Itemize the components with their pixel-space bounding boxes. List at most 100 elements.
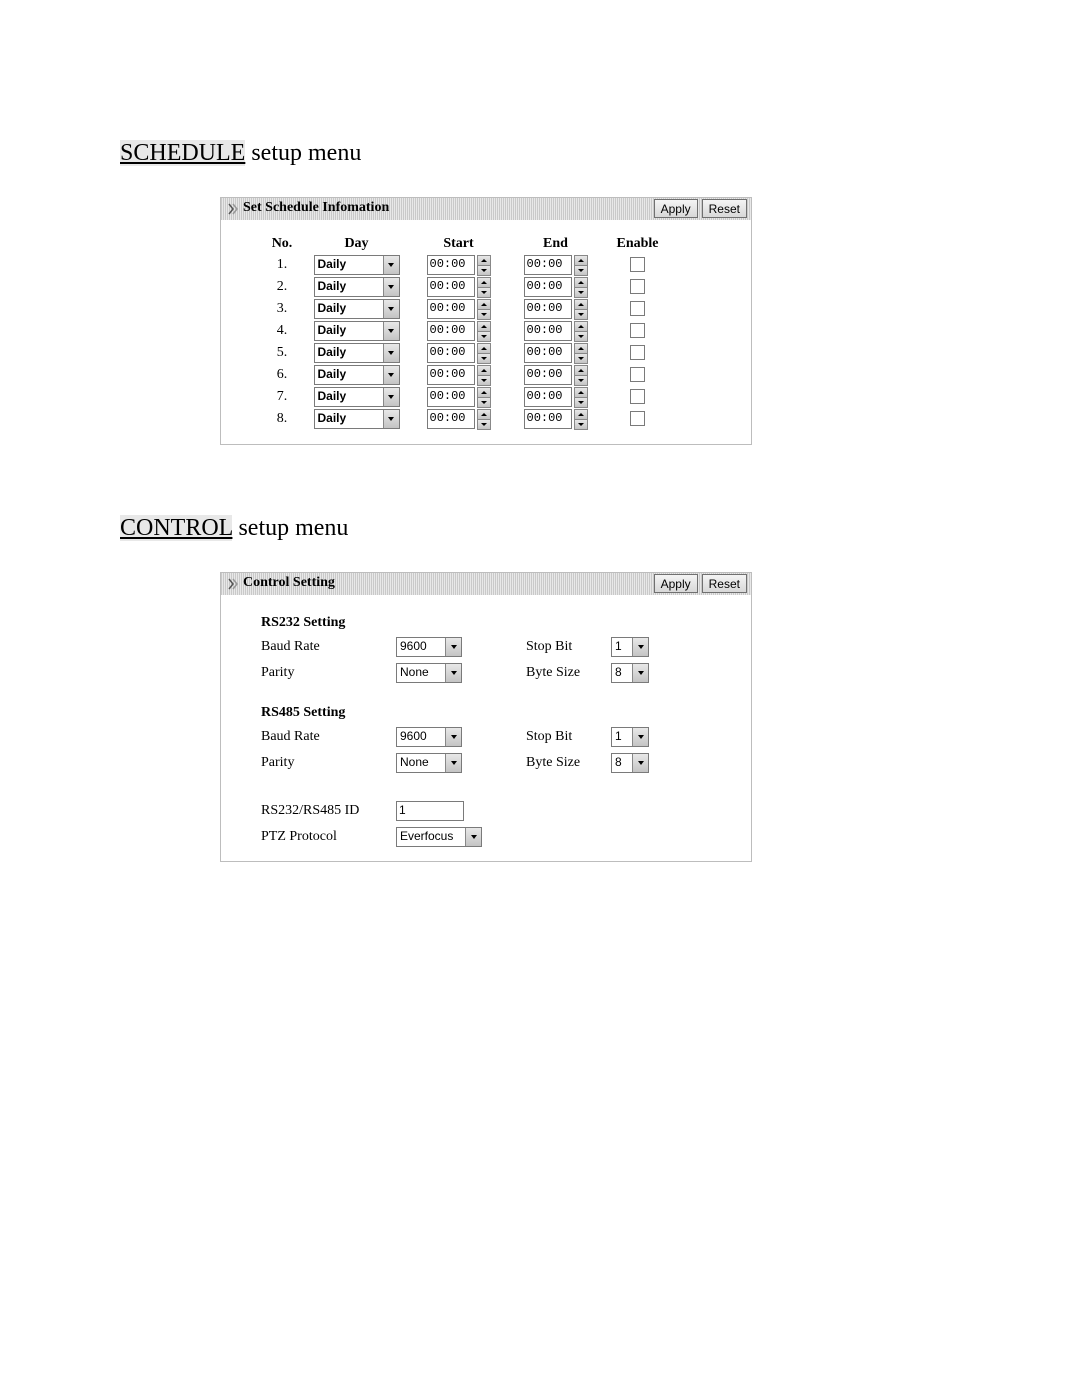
- schedule-heading-keyword: SCHEDULE: [120, 140, 245, 166]
- rs232-bytesize-select[interactable]: 8: [611, 663, 649, 683]
- row-no: 5.: [261, 342, 303, 364]
- spinner-up-icon[interactable]: [574, 387, 588, 398]
- schedule-panel: Set Schedule Infomation Apply Reset No. …: [220, 197, 752, 445]
- control-panel: Control Setting Apply Reset RS232 Settin…: [220, 572, 752, 862]
- start-spinner[interactable]: 00:00: [427, 343, 491, 363]
- spinner-up-icon[interactable]: [477, 277, 491, 288]
- spinner-down-icon[interactable]: [477, 376, 491, 386]
- end-spinner[interactable]: 00:00: [524, 299, 588, 319]
- spinner-up-icon[interactable]: [477, 255, 491, 266]
- enable-checkbox[interactable]: [630, 323, 645, 338]
- spinner-down-icon[interactable]: [477, 266, 491, 276]
- col-no: No.: [261, 234, 303, 254]
- day-select[interactable]: Daily: [314, 409, 400, 429]
- spinner-up-icon[interactable]: [574, 365, 588, 376]
- row-no: 3.: [261, 298, 303, 320]
- end-spinner[interactable]: 00:00: [524, 343, 588, 363]
- start-spinner[interactable]: 00:00: [427, 321, 491, 341]
- enable-checkbox[interactable]: [630, 411, 645, 426]
- col-start: Start: [410, 234, 507, 254]
- table-row: 8. Daily 00:00 00:00: [261, 408, 671, 430]
- rs485-stopbit-select[interactable]: 1: [611, 727, 649, 747]
- day-select[interactable]: Daily: [314, 255, 400, 275]
- spinner-up-icon[interactable]: [574, 343, 588, 354]
- spinner-up-icon[interactable]: [477, 343, 491, 354]
- row-no: 8.: [261, 408, 303, 430]
- rs485-bytesize-select[interactable]: 8: [611, 753, 649, 773]
- rs232-baud-label: Baud Rate: [261, 639, 396, 655]
- rs-id-input[interactable]: 1: [396, 801, 464, 821]
- spinner-down-icon[interactable]: [574, 310, 588, 320]
- rs232-baud-select[interactable]: 9600: [396, 637, 462, 657]
- spinner-up-icon[interactable]: [477, 299, 491, 310]
- spinner-up-icon[interactable]: [574, 321, 588, 332]
- spinner-down-icon[interactable]: [477, 354, 491, 364]
- end-spinner[interactable]: 00:00: [524, 321, 588, 341]
- start-spinner[interactable]: 00:00: [427, 409, 491, 429]
- control-reset-button[interactable]: Reset: [702, 574, 747, 593]
- enable-checkbox[interactable]: [630, 279, 645, 294]
- end-spinner[interactable]: 00:00: [524, 277, 588, 297]
- rs232-stopbit-select[interactable]: 1: [611, 637, 649, 657]
- control-apply-button[interactable]: Apply: [654, 574, 698, 593]
- schedule-apply-button[interactable]: Apply: [654, 199, 698, 218]
- control-heading-keyword: CONTROL: [120, 515, 232, 541]
- col-day: Day: [303, 234, 410, 254]
- spinner-up-icon[interactable]: [477, 321, 491, 332]
- rs485-baud-select[interactable]: 9600: [396, 727, 462, 747]
- spinner-down-icon[interactable]: [574, 354, 588, 364]
- ptz-protocol-label: PTZ Protocol: [261, 829, 396, 845]
- spinner-down-icon[interactable]: [574, 332, 588, 342]
- day-select[interactable]: Daily: [314, 299, 400, 319]
- rs232-parity-select[interactable]: None: [396, 663, 462, 683]
- end-spinner[interactable]: 00:00: [524, 365, 588, 385]
- spinner-up-icon[interactable]: [574, 299, 588, 310]
- control-grid: RS232 Setting Baud Rate 9600 Stop Bit 1 …: [261, 609, 741, 847]
- spinner-down-icon[interactable]: [477, 398, 491, 408]
- spinner-up-icon[interactable]: [477, 387, 491, 398]
- start-spinner[interactable]: 00:00: [427, 255, 491, 275]
- day-select[interactable]: Daily: [314, 277, 400, 297]
- spinner-down-icon[interactable]: [574, 288, 588, 298]
- start-spinner[interactable]: 00:00: [427, 387, 491, 407]
- rs-id-label: RS232/RS485 ID: [261, 803, 396, 819]
- start-spinner[interactable]: 00:00: [427, 277, 491, 297]
- row-no: 1.: [261, 254, 303, 276]
- chevron-down-icon: [383, 322, 399, 340]
- spinner-down-icon[interactable]: [477, 288, 491, 298]
- enable-checkbox[interactable]: [630, 367, 645, 382]
- end-spinner[interactable]: 00:00: [524, 255, 588, 275]
- spinner-up-icon[interactable]: [477, 365, 491, 376]
- end-spinner[interactable]: 00:00: [524, 387, 588, 407]
- spinner-up-icon[interactable]: [574, 409, 588, 420]
- spinner-up-icon[interactable]: [477, 409, 491, 420]
- ptz-protocol-select[interactable]: Everfocus: [396, 827, 482, 847]
- spinner-up-icon[interactable]: [574, 255, 588, 266]
- chevron-down-icon: [383, 256, 399, 274]
- enable-checkbox[interactable]: [630, 301, 645, 316]
- spinner-down-icon[interactable]: [574, 376, 588, 386]
- spinner-down-icon[interactable]: [477, 310, 491, 320]
- spinner-down-icon[interactable]: [574, 420, 588, 430]
- day-select[interactable]: Daily: [314, 321, 400, 341]
- day-select[interactable]: Daily: [314, 387, 400, 407]
- start-spinner[interactable]: 00:00: [427, 299, 491, 319]
- spinner-down-icon[interactable]: [477, 420, 491, 430]
- rs485-parity-select[interactable]: None: [396, 753, 462, 773]
- spinner-down-icon[interactable]: [477, 332, 491, 342]
- end-spinner[interactable]: 00:00: [524, 409, 588, 429]
- spinner-up-icon[interactable]: [574, 277, 588, 288]
- enable-checkbox[interactable]: [630, 257, 645, 272]
- day-select[interactable]: Daily: [314, 365, 400, 385]
- schedule-reset-button[interactable]: Reset: [702, 199, 747, 218]
- spinner-down-icon[interactable]: [574, 398, 588, 408]
- day-select[interactable]: Daily: [314, 343, 400, 363]
- control-heading: CONTROL setup menu: [120, 515, 960, 542]
- chevron-down-icon: [383, 344, 399, 362]
- chevron-down-icon: [632, 728, 648, 746]
- start-spinner[interactable]: 00:00: [427, 365, 491, 385]
- enable-checkbox[interactable]: [630, 389, 645, 404]
- table-row: 5. Daily 00:00 00:00: [261, 342, 671, 364]
- enable-checkbox[interactable]: [630, 345, 645, 360]
- spinner-down-icon[interactable]: [574, 266, 588, 276]
